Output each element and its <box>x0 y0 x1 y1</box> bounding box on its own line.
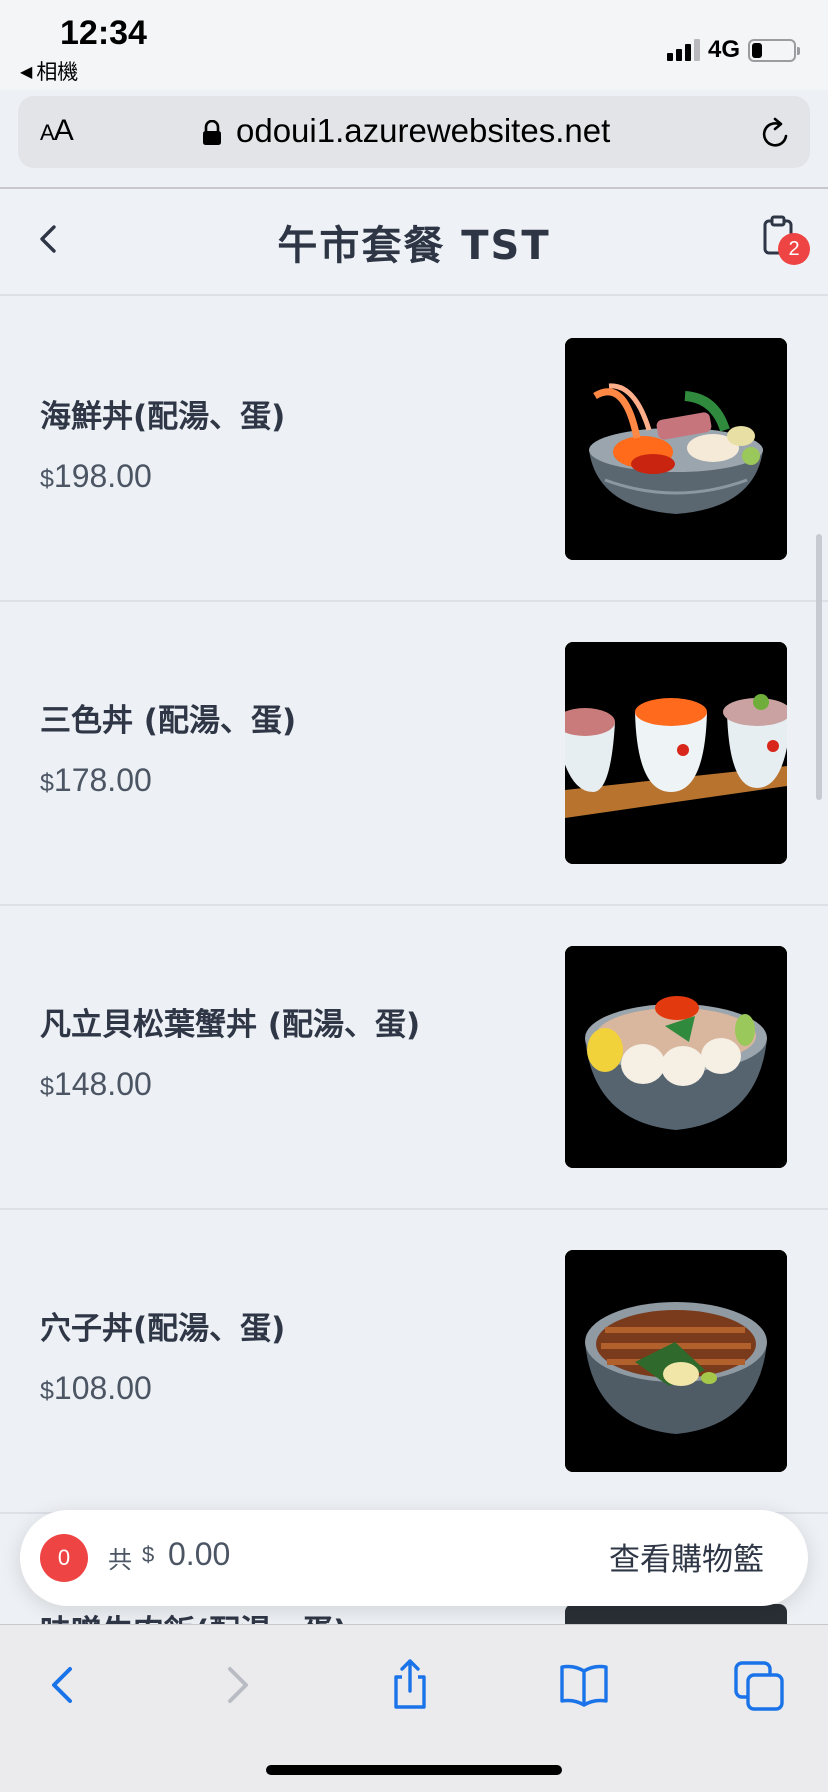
scallop-crab-bowl-image[interactable] <box>565 946 787 1168</box>
cart-item-count: 0 <box>40 1534 88 1582</box>
price-amount: 198.00 <box>53 458 152 494</box>
bookmarks-icon[interactable] <box>554 1655 614 1715</box>
app-header: 午市套餐 TST 2 <box>0 189 828 296</box>
battery-icon <box>748 38 800 62</box>
price-amount: 108.00 <box>53 1370 152 1406</box>
menu-item[interactable]: 海鮮丼(配湯、蛋) $198.00 <box>0 298 828 602</box>
total-currency: $ <box>142 1542 155 1567</box>
browser-forward-icon[interactable] <box>206 1655 266 1715</box>
page-title: 午市套餐 TST <box>277 223 551 269</box>
cart-summary-bar[interactable]: 0 共 $ 0.00 查看購物籃 <box>20 1510 808 1606</box>
aa-small-label: A <box>40 120 55 145</box>
three-color-bowls-image[interactable] <box>565 642 787 864</box>
lock-icon <box>203 120 221 145</box>
currency-symbol: $ <box>40 1377 54 1405</box>
scroll-indicator[interactable] <box>816 534 822 800</box>
item-name: 海鮮丼(配湯、蛋) <box>40 399 286 435</box>
item-name: 凡立貝松葉蟹丼 (配湯、蛋) <box>40 1007 421 1043</box>
url-text[interactable]: odoui1.azurewebsites.net <box>236 112 610 150</box>
status-indicators: 4G <box>666 36 800 64</box>
total-amount: 0.00 <box>168 1536 231 1572</box>
total-label: 共 <box>108 1546 132 1574</box>
item-name: 三色丼 (配湯、蛋) <box>40 703 297 739</box>
home-indicator <box>266 1765 562 1775</box>
browser-back-icon[interactable] <box>34 1655 94 1715</box>
currency-symbol: $ <box>40 1073 54 1101</box>
address-bar[interactable]: AA odoui1.azurewebsites.net <box>18 96 810 168</box>
currency-symbol: $ <box>40 465 54 493</box>
browser-toolbar <box>0 1624 828 1792</box>
reader-text-size-button[interactable]: AA <box>40 114 74 148</box>
menu-item[interactable]: 穴子丼(配湯、蛋) $108.00 <box>0 1210 828 1514</box>
menu-item[interactable]: 凡立貝松葉蟹丼 (配湯、蛋) $148.00 <box>0 906 828 1210</box>
eel-bowl-image[interactable] <box>565 1250 787 1472</box>
back-app-label: 相機 <box>36 60 79 84</box>
back-triangle-icon: ◀ <box>20 61 33 81</box>
view-cart-button[interactable]: 查看購物籃 <box>609 1534 764 1579</box>
status-time: 12:34 <box>60 14 147 52</box>
currency-symbol: $ <box>40 769 54 797</box>
status-bar: 12:34 ◀ 相機 4G <box>0 0 828 90</box>
price-amount: 148.00 <box>53 1066 152 1102</box>
aa-large-label: A <box>53 114 74 147</box>
item-price: $108.00 <box>40 1370 152 1407</box>
tabs-icon[interactable] <box>730 1655 790 1715</box>
network-type: 4G <box>707 36 740 63</box>
cart-button[interactable]: 2 <box>756 215 812 271</box>
menu-list: 海鮮丼(配湯、蛋) $198.00 三色丼 (配湯、蛋) $178.00 凡立貝… <box>0 298 828 1514</box>
item-price: $198.00 <box>40 458 152 495</box>
battery-level <box>752 42 762 58</box>
reload-icon[interactable] <box>758 116 794 152</box>
cellular-signal-icon <box>666 39 700 61</box>
item-price: $148.00 <box>40 1066 152 1103</box>
seafood-bowl-image[interactable] <box>565 338 787 560</box>
menu-item[interactable]: 三色丼 (配湯、蛋) $178.00 <box>0 602 828 906</box>
item-name: 穴子丼(配湯、蛋) <box>40 1311 286 1347</box>
share-icon[interactable] <box>380 1655 440 1715</box>
cart-count-badge: 2 <box>778 233 810 265</box>
back-to-app-link[interactable]: ◀ 相機 <box>20 56 78 86</box>
item-price: $178.00 <box>40 762 152 799</box>
price-amount: 178.00 <box>53 762 152 798</box>
